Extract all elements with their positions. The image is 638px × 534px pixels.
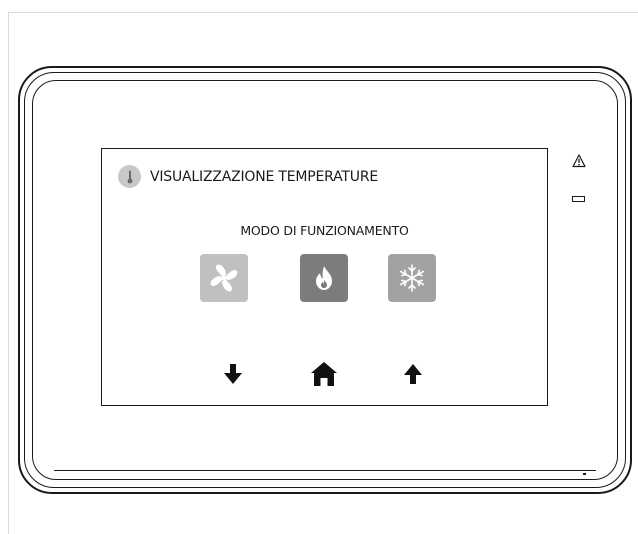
thermometer-icon bbox=[118, 165, 141, 188]
device-sensor-dot bbox=[583, 473, 586, 475]
nav-home-button[interactable] bbox=[309, 359, 339, 389]
page-title: VISUALIZZAZIONE TEMPERATURE bbox=[150, 168, 378, 185]
screen-header: VISUALIZZAZIONE TEMPERATURE bbox=[118, 165, 378, 188]
mode-label: MODO DI FUNZIONAMENTO bbox=[240, 223, 409, 238]
mode-heat-button[interactable] bbox=[300, 254, 348, 302]
nav-down-button[interactable] bbox=[218, 359, 248, 389]
home-icon bbox=[311, 362, 337, 386]
fan-icon bbox=[210, 264, 238, 292]
led-indicator bbox=[572, 196, 585, 202]
device-bezel-bottom-line bbox=[54, 470, 596, 471]
mode-fan-button[interactable] bbox=[200, 254, 248, 302]
page-border-left bbox=[8, 12, 9, 534]
flame-icon bbox=[316, 266, 332, 290]
nav-up-button[interactable] bbox=[398, 359, 428, 389]
warning-icon bbox=[572, 154, 586, 168]
arrow-down-icon bbox=[224, 364, 242, 384]
mode-cool-button[interactable] bbox=[388, 254, 436, 302]
snowflake-icon bbox=[399, 264, 425, 292]
touch-screen: VISUALIZZAZIONE TEMPERATURE MODO DI FUNZ… bbox=[101, 148, 548, 406]
page-border-top bbox=[8, 12, 638, 13]
arrow-up-icon bbox=[404, 364, 422, 384]
page: VISUALIZZAZIONE TEMPERATURE MODO DI FUNZ… bbox=[0, 0, 638, 534]
